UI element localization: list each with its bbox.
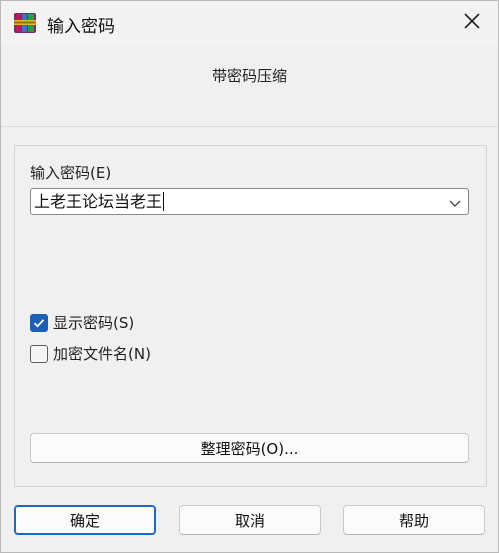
show-password-checkbox[interactable]: [30, 313, 48, 332]
password-dialog: 输入密码 带密码压缩 输入密码(E) 上老王论坛当老王 显示密码(S) 加密文件…: [0, 0, 499, 553]
chevron-down-icon[interactable]: [448, 196, 462, 208]
help-button[interactable]: 帮助: [343, 505, 485, 535]
window-title: 输入密码: [47, 17, 115, 37]
header-divider: [1, 126, 498, 127]
checkmark-icon: [33, 318, 45, 327]
organize-passwords-button[interactable]: 整理密码(O)...: [30, 433, 469, 463]
show-password-label: 显示密码(S): [53, 314, 135, 332]
ok-button[interactable]: 确定: [14, 505, 156, 535]
password-label: 输入密码(E): [30, 164, 112, 182]
title-bar: 输入密码: [1, 1, 498, 45]
winrar-books-icon: [13, 12, 37, 34]
show-password-option[interactable]: 显示密码(S): [30, 312, 134, 333]
dialog-subtitle: 带密码压缩: [211, 67, 287, 85]
cancel-button[interactable]: 取消: [179, 505, 321, 535]
close-icon: [464, 13, 480, 33]
close-button[interactable]: [446, 1, 498, 45]
encrypt-filenames-checkbox[interactable]: [30, 344, 48, 363]
encrypt-filenames-label: 加密文件名(N): [53, 345, 151, 363]
encrypt-filenames-option[interactable]: 加密文件名(N): [30, 343, 151, 364]
password-input[interactable]: 上老王论坛当老王: [34, 192, 165, 211]
password-combobox[interactable]: 上老王论坛当老王: [30, 188, 469, 215]
